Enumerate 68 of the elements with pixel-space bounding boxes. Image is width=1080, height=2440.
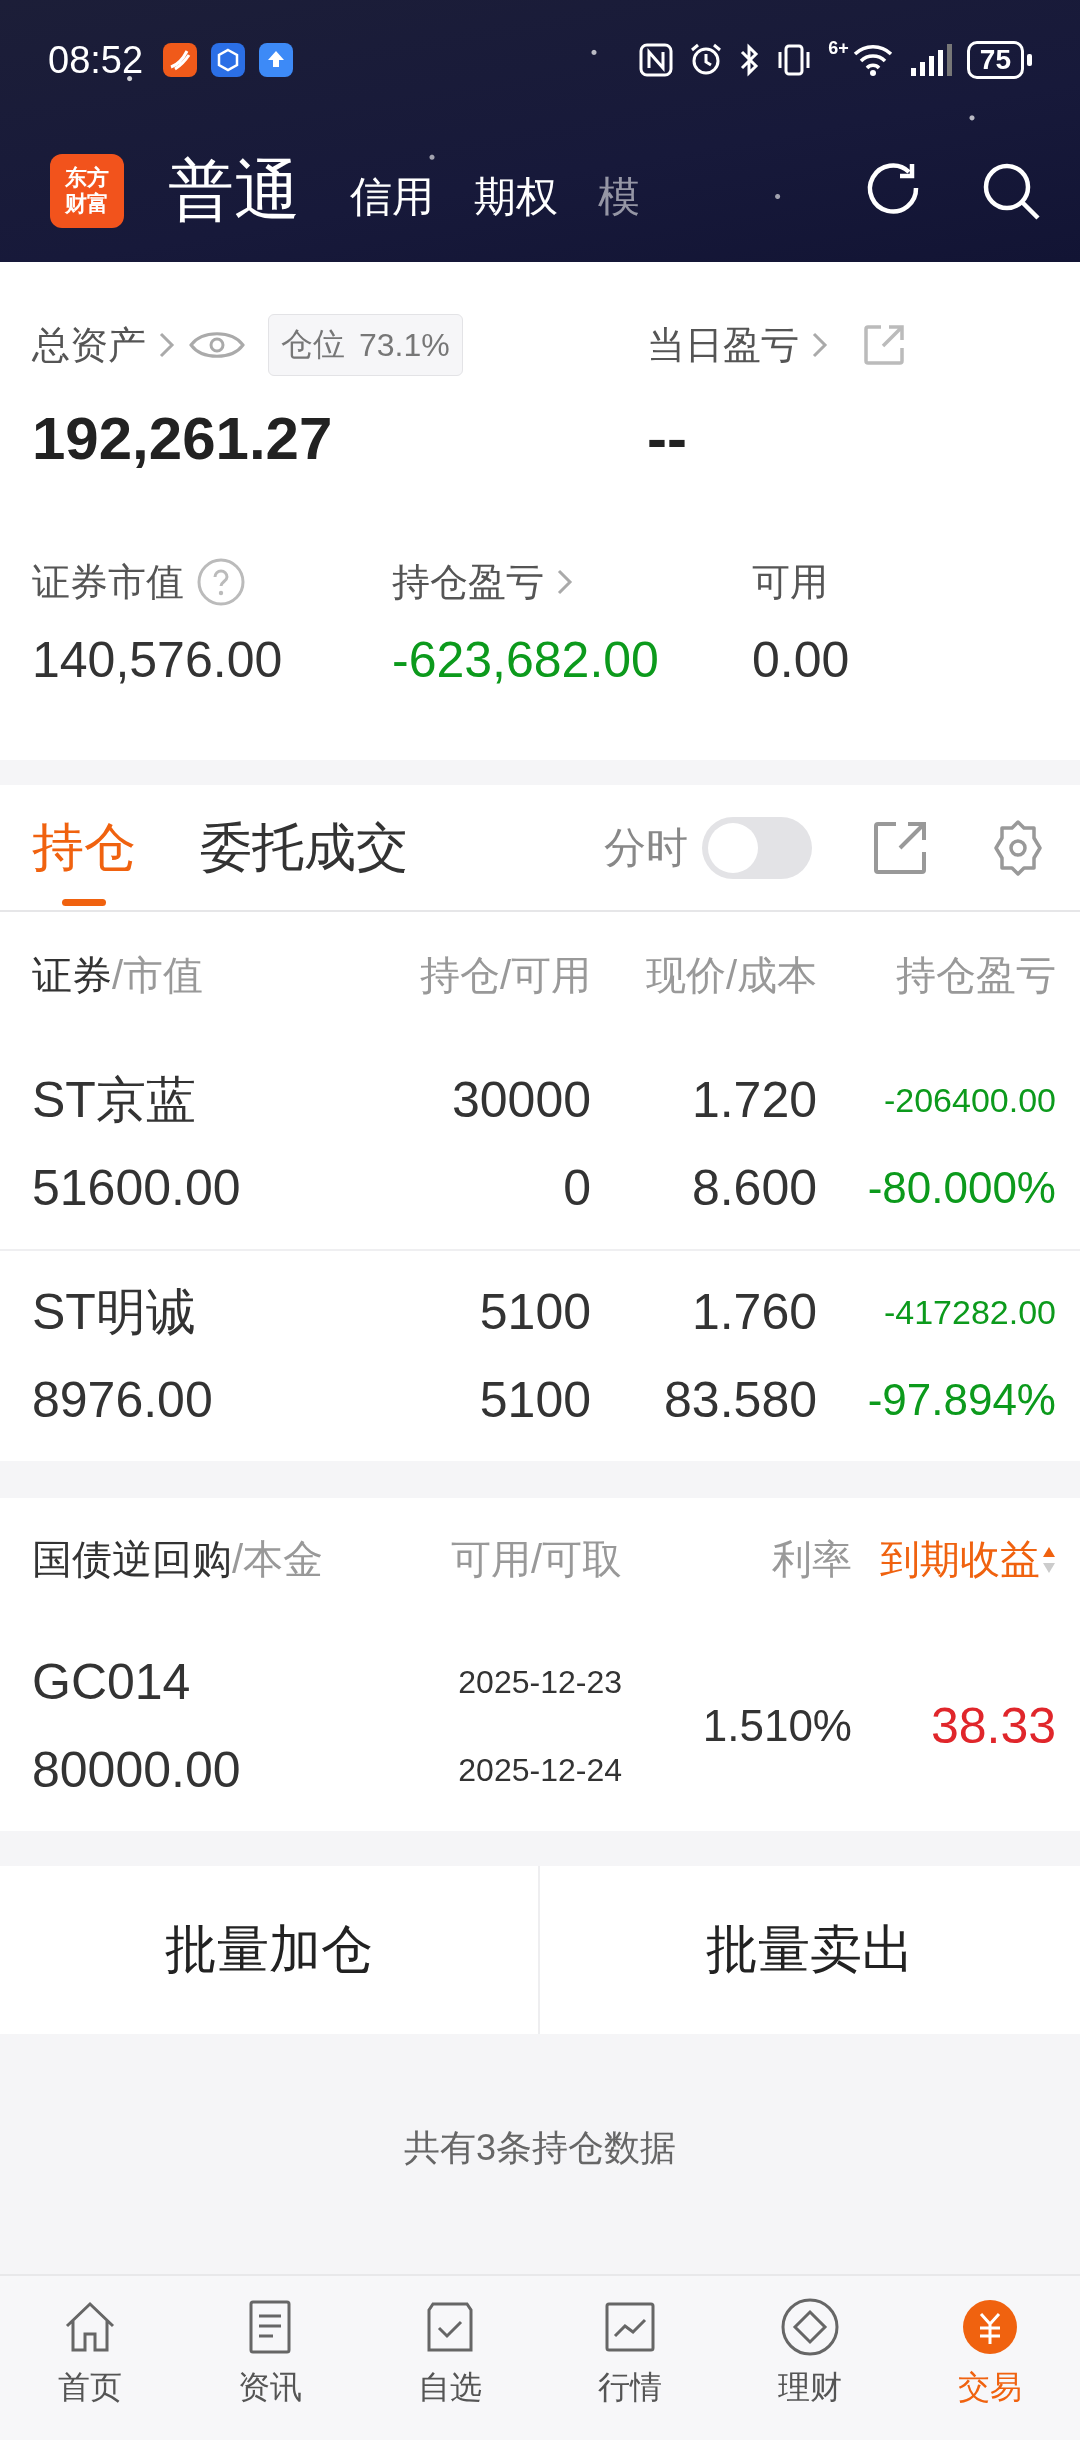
repo-code: GC014 — [32, 1653, 191, 1712]
nfc-icon — [638, 42, 675, 78]
column-header: 可用/可取 — [449, 1536, 622, 1583]
price-cell-text: 1.720 — [690, 1071, 817, 1130]
date-cell-text: 2025-12-23 — [458, 1663, 622, 1702]
nav-item[interactable]: 首页 — [0, 2276, 180, 2440]
stat-label: 持仓盈亏 — [392, 559, 544, 605]
pnl-cell-text: -417282.00 — [882, 1292, 1056, 1333]
status-time: 08:52 — [48, 38, 144, 82]
position-value: 73.1% — [359, 326, 450, 364]
nav-item[interactable]: 资讯 — [180, 2276, 360, 2440]
price-cell-text: 1.760 — [690, 1283, 817, 1342]
account-tab[interactable]: 信用 — [350, 169, 434, 225]
signal-icon — [908, 42, 953, 78]
available-cell-text: 0 — [562, 1159, 591, 1218]
cost-cell-text: 83.580 — [663, 1371, 817, 1430]
stock-name: ST京蓝 — [32, 1071, 197, 1130]
position-label: 仓位 — [281, 325, 345, 364]
cost-cell-text: 8.600 — [690, 1159, 817, 1218]
battery-indicator: 75 — [966, 41, 1032, 79]
stat-label: 证券市值 — [32, 559, 184, 605]
share-icon[interactable] — [861, 322, 907, 368]
column-header: 现价/成本 — [644, 952, 817, 999]
column-header: 持仓盈亏 — [895, 952, 1056, 999]
total-assets-label[interactable]: 总资产 — [32, 319, 146, 371]
stock-name: ST明诚 — [32, 1283, 197, 1342]
help-icon[interactable] — [196, 557, 246, 607]
column-header: 国债逆回购/本金 — [32, 1536, 325, 1583]
position-cell-text: 5100 — [478, 1283, 591, 1342]
nav-item[interactable]: 行情 — [540, 2276, 720, 2440]
daily-pnl-label[interactable]: 当日盈亏 — [647, 319, 799, 371]
holdings-count-note: 共有3条持仓数据 — [403, 2126, 677, 2170]
app-logo: 东方 财富 — [50, 154, 124, 228]
column-header: 利率 — [771, 1536, 852, 1583]
intraday-label: 分时 — [604, 822, 688, 873]
position-cell-text: 30000 — [450, 1071, 591, 1130]
market-value-cell-text: 8976.00 — [32, 1371, 214, 1430]
section-tab[interactable]: 委托成交 — [200, 785, 408, 910]
total-assets-value: 192,261.27 — [32, 404, 334, 473]
chevron-icon — [556, 567, 574, 597]
account-tab[interactable]: 普通 — [168, 146, 300, 236]
account-tab[interactable]: 期权 — [474, 169, 558, 225]
pnl-percent-cell-text: -97.894% — [866, 1374, 1056, 1426]
principal-cell-text: 80000.00 — [32, 1741, 241, 1800]
bluetooth-icon — [738, 42, 761, 78]
rate-cell-text: 1.510% — [701, 1700, 852, 1752]
pnl-percent-cell-text: -80.000% — [866, 1162, 1056, 1214]
stat-value: -623,682.00 — [392, 631, 660, 689]
pnl-cell-text: -206400.00 — [882, 1080, 1056, 1121]
account-tab[interactable]: 模 — [598, 169, 640, 225]
date-cell-text: 2025-12-24 — [458, 1751, 622, 1790]
column-header: 证券/市值 — [32, 952, 205, 999]
chevron-icon — [158, 330, 176, 360]
daily-pnl-value: -- — [647, 404, 688, 473]
chevron-icon — [811, 330, 829, 360]
market-value-cell-text: 51600.00 — [32, 1159, 242, 1218]
stat-value: 140,576.00 — [32, 631, 284, 689]
stat-label: 可用 — [752, 559, 828, 605]
stat-value: 0.00 — [752, 631, 851, 689]
upload-notification-icon — [259, 43, 294, 77]
available-cell-text: 5100 — [478, 1371, 591, 1430]
app-notification-icon — [163, 43, 198, 77]
nav-item[interactable]: 理财 — [720, 2276, 900, 2440]
app-notification-icon — [211, 43, 246, 77]
column-header: 持仓/可用 — [418, 952, 591, 999]
network-type-label: 6+ — [828, 38, 849, 59]
nav-item[interactable]: 自选 — [360, 2276, 540, 2440]
yield-cell-text: 38.33 — [929, 1697, 1056, 1756]
